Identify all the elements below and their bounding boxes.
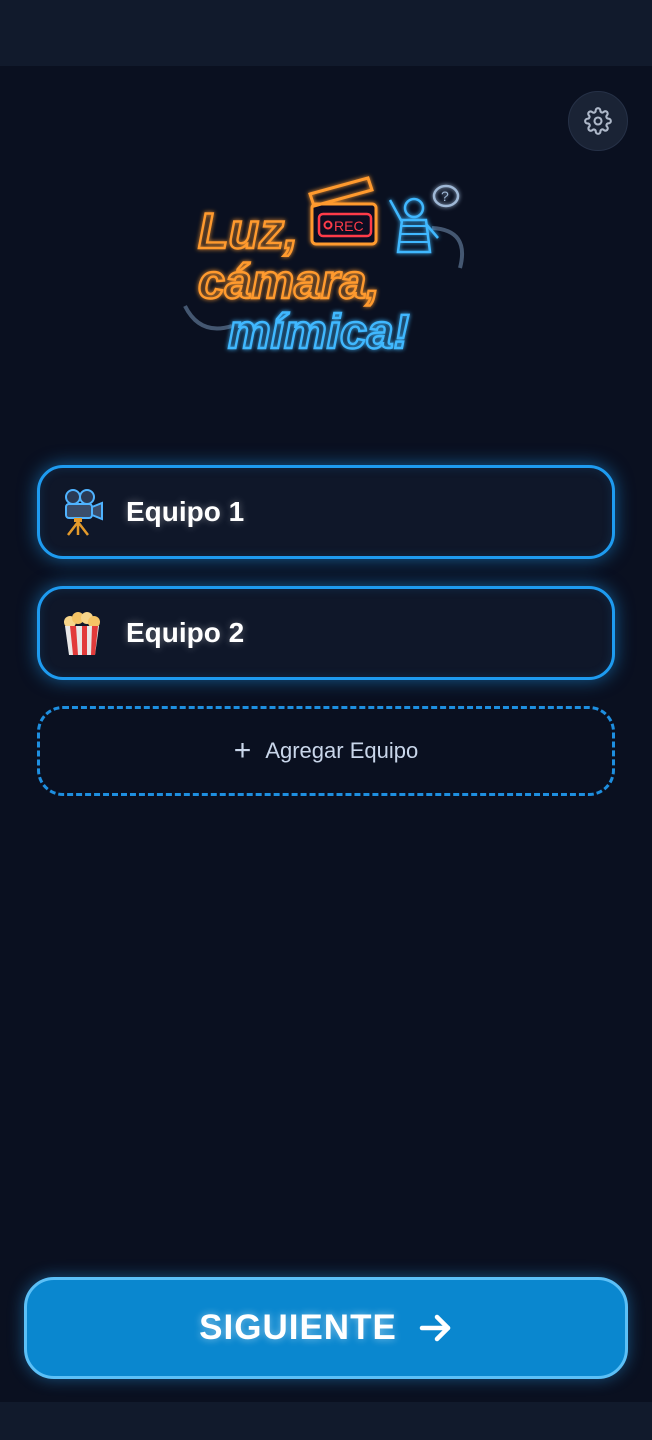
logo-line-2: cámara, xyxy=(198,256,379,309)
status-bar xyxy=(0,0,652,66)
popcorn-icon xyxy=(60,609,104,657)
app-root: REC ? Luz, cámara, mímica! Equipo 1 Equi… xyxy=(0,0,652,1440)
logo-line-3: mímica! xyxy=(228,306,409,359)
gear-icon xyxy=(584,107,612,135)
next-button-label: SIGUIENTE xyxy=(199,1308,397,1347)
team-name: Equipo 1 xyxy=(126,496,245,527)
team-name: Equipo 2 xyxy=(126,617,245,648)
clapperboard-icon: REC xyxy=(308,176,378,246)
add-team-button[interactable]: + Agregar Equipo xyxy=(37,706,615,796)
svg-text:REC: REC xyxy=(334,218,364,234)
app-logo: REC ? Luz, cámara, mímica! xyxy=(183,176,465,360)
plus-icon: + xyxy=(233,734,252,767)
settings-button[interactable] xyxy=(568,91,628,151)
team-card-2[interactable]: Equipo 2 xyxy=(37,586,615,680)
next-button[interactable]: SIGUIENTE xyxy=(24,1277,628,1379)
logo-line-1: Luz, xyxy=(198,203,298,259)
add-team-label: Agregar Equipo xyxy=(265,738,419,763)
arrow-right-icon xyxy=(419,1313,453,1343)
mime-figure-icon: ? xyxy=(388,184,460,254)
svg-text:?: ? xyxy=(441,188,449,204)
team-card-1[interactable]: Equipo 1 xyxy=(37,465,615,559)
navigation-bar xyxy=(0,1402,652,1440)
movie-camera-icon xyxy=(60,488,104,536)
